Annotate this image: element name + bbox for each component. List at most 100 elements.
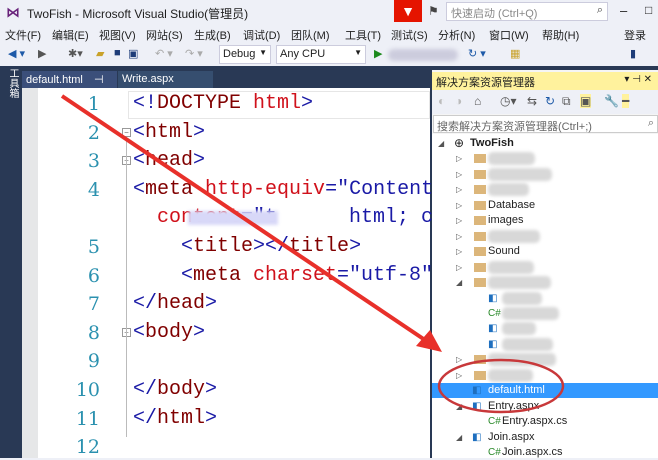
collapse-arrow-icon[interactable]: ◢ (438, 136, 444, 151)
pin-icon[interactable]: ⊣ (94, 74, 104, 86)
start-debug-icon[interactable]: ▶ (374, 47, 382, 60)
menu-item[interactable]: 团队(M) (291, 27, 330, 43)
tree-item-label: TwoFish (470, 137, 514, 149)
line-number: 8 (87, 321, 100, 344)
expand-arrow-icon[interactable]: ▷ (456, 368, 462, 383)
expand-arrow-icon[interactable]: ▷ (456, 198, 462, 213)
undo-icon[interactable]: ↶ ▾ (155, 47, 173, 60)
collapse-all-icon[interactable]: ⧉ (562, 94, 571, 109)
tree-item[interactable]: ▷ images (432, 213, 658, 228)
back-icon[interactable]: ◀ ▾ (8, 47, 25, 60)
tree-item[interactable]: ◧ default.html (432, 383, 658, 399)
expand-arrow-icon[interactable]: ▷ (456, 213, 462, 228)
expand-arrow-icon[interactable]: ▷ (456, 244, 462, 259)
line-number: 2 (87, 121, 100, 144)
sync-icon[interactable]: ⇆ (527, 94, 537, 108)
tree-item[interactable]: ▷ Sound (432, 244, 658, 259)
collapse-arrow-icon[interactable]: ◢ (456, 275, 462, 290)
tree-item[interactable]: ▷ (432, 182, 658, 197)
save-icon[interactable]: ■ (114, 47, 121, 59)
code-line: <head> (133, 149, 205, 172)
tree-item[interactable]: ▷ (432, 167, 658, 182)
tree-item[interactable]: C# Entry.aspx.cs (432, 414, 658, 429)
preview-icon[interactable]: ━ (622, 94, 630, 108)
properties-icon[interactable]: 🔧 (604, 94, 619, 108)
sign-in-link[interactable]: 登录 (624, 27, 646, 43)
collapse-icon[interactable]: − (122, 128, 131, 137)
code-token: html (145, 120, 194, 144)
expand-arrow-icon[interactable]: ▷ (456, 167, 462, 182)
visual-studio-logo-icon: ⋈ (6, 4, 20, 20)
collapse-arrow-icon[interactable]: ◢ (456, 399, 462, 414)
forward-icon[interactable]: ◑ (455, 94, 462, 108)
expand-arrow-icon[interactable]: ▷ (456, 229, 462, 244)
minimize-button[interactable]: – (620, 3, 627, 18)
tree-item[interactable]: ◧ (432, 337, 658, 352)
menu-item[interactable]: 视图(V) (99, 27, 136, 43)
redacted-label (488, 260, 534, 274)
expand-arrow-icon[interactable]: ▷ (456, 352, 462, 367)
notifications-icon[interactable]: ⚑ (428, 4, 439, 18)
forward-icon[interactable]: ▶ (38, 47, 46, 60)
save-all-icon[interactable]: ▣ (128, 47, 138, 60)
tree-item[interactable]: ◢ (432, 275, 658, 290)
redo-icon[interactable]: ↷ ▾ (185, 47, 203, 60)
menu-item[interactable]: 工具(T) (345, 27, 381, 43)
line-number: 3 (87, 150, 100, 173)
solution-search-input[interactable]: 搜索解决方案资源管理器(Ctrl+;) ⌕ (433, 115, 658, 133)
tree-item[interactable]: ◧ (432, 321, 658, 336)
show-all-files-icon[interactable]: ▣ (580, 94, 592, 108)
expand-arrow-icon[interactable]: ▷ (456, 260, 462, 275)
code-token: http-equiv (205, 177, 326, 201)
platform-dropdown[interactable]: Any CPU ▼ (276, 45, 366, 64)
tree-item[interactable]: ◢ ⊕ TwoFish (432, 136, 658, 151)
find-icon[interactable]: ▦ (510, 47, 520, 60)
folder-icon (474, 154, 486, 164)
tree-item[interactable]: ▷ (432, 352, 658, 367)
expand-arrow-icon[interactable]: ▷ (456, 182, 462, 197)
feedback-flag-icon[interactable]: ▼ (394, 0, 422, 22)
tree-item-label: Entry.aspx.cs (502, 415, 568, 428)
menu-item[interactable]: 调试(D) (243, 27, 280, 43)
browser-selector[interactable] (388, 49, 458, 61)
quick-launch-input[interactable]: 快速启动 (Ctrl+Q) ⌕ (446, 2, 608, 21)
bookmark-icon[interactable]: ▮ (630, 47, 636, 60)
tree-item[interactable]: ▷ (432, 368, 658, 383)
tree-item[interactable]: ▷ (432, 151, 658, 166)
tree-item[interactable]: ◢ ◧ Entry.aspx (432, 399, 658, 414)
menu-item[interactable]: 网站(S) (146, 27, 183, 43)
menu-item[interactable]: 生成(B) (194, 27, 231, 43)
aspx-file-icon: ◧ (472, 400, 482, 412)
menu-item[interactable]: 分析(N) (438, 27, 475, 43)
expand-arrow-icon[interactable]: ▷ (456, 151, 462, 166)
tab-write-aspx[interactable]: Write.aspx (118, 71, 213, 88)
tree-item[interactable]: C# (432, 306, 658, 321)
collapse-arrow-icon[interactable]: ◢ (456, 430, 462, 445)
html-file-icon: ◧ (472, 385, 482, 397)
refresh-icon[interactable]: ↻ (545, 94, 555, 108)
pin-icon[interactable]: ▾ ⊣ ✕ (624, 74, 652, 85)
history-icon[interactable]: ◷▾ (500, 94, 517, 108)
menu-item[interactable]: 测试(S) (391, 27, 428, 43)
cs-file-icon: C# (488, 416, 501, 428)
folder-icon (474, 185, 486, 195)
back-icon[interactable]: ◐ (438, 94, 445, 108)
tree-item[interactable]: ◧ (432, 291, 658, 306)
configuration-dropdown[interactable]: Debug ▼ (219, 45, 271, 64)
tree-item[interactable]: ▷ Database (432, 198, 658, 213)
refresh-icon[interactable]: ↻ ▾ (468, 47, 486, 60)
tree-item[interactable]: ◢ ◧ Join.aspx (432, 430, 658, 445)
menu-item[interactable]: 窗口(W) (489, 27, 529, 43)
tree-item[interactable]: ▷ (432, 229, 658, 244)
home-icon[interactable]: ⌂ (474, 94, 481, 108)
menu-item[interactable]: 帮助(H) (542, 27, 579, 43)
open-icon[interactable]: ▰ (96, 47, 104, 60)
folder-icon (474, 216, 486, 226)
menu-item[interactable]: 编辑(E) (52, 27, 89, 43)
maximize-button[interactable]: □ (645, 3, 652, 17)
tab-default-html[interactable]: default.html ⊣ ✕ (22, 71, 117, 99)
menu-item[interactable]: 文件(F) (5, 27, 41, 43)
new-project-icon[interactable]: ✱▾ (68, 47, 83, 60)
tree-item[interactable]: ▷ (432, 260, 658, 275)
toolbox-tab[interactable]: 工具箱 (2, 68, 20, 108)
